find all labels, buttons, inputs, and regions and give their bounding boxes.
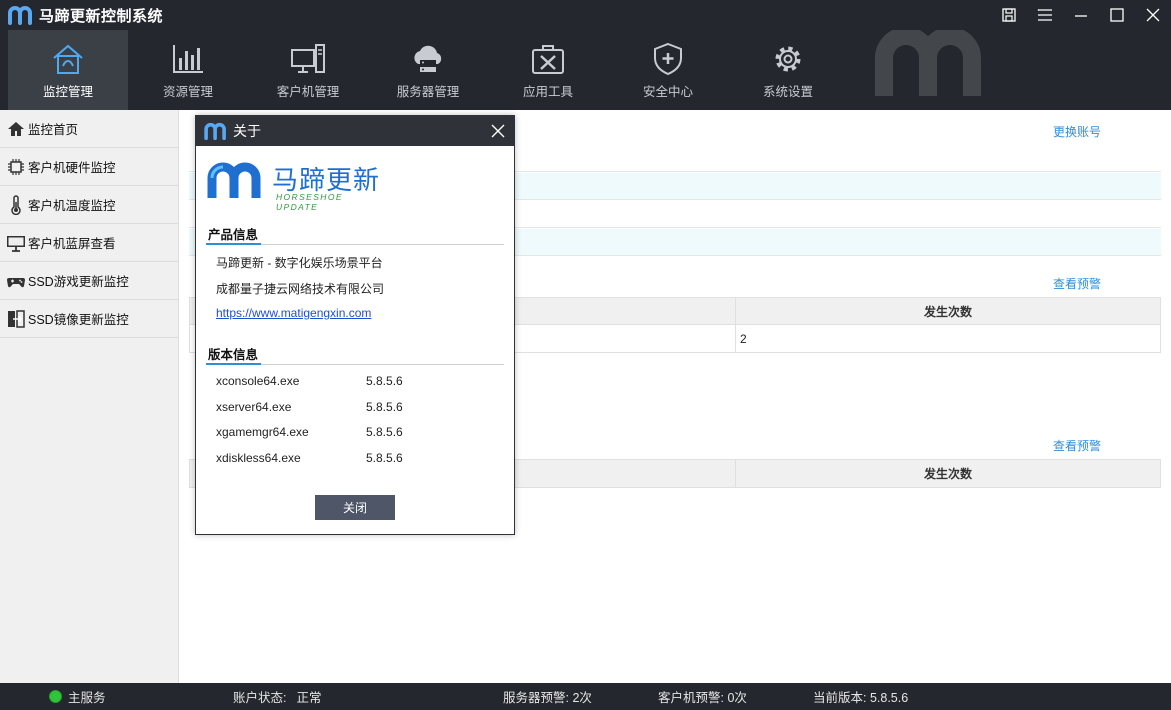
app-title: 马蹄更新控制系统 (39, 7, 164, 25)
home-icon (8, 121, 24, 136)
sidebar-item-monitor-home[interactable]: 监控首页 (0, 110, 178, 148)
sidebar-item-label: SSD游戏更新监控 (28, 275, 129, 289)
gamepad-icon (7, 277, 25, 287)
main-nav: 监控管理 资源管理 客户机管理 服务器管理 应用工具 安全中心 系统设置 (0, 30, 1171, 110)
version-item-value: 5.8.5.6 (366, 425, 403, 439)
column-header-count[interactable]: 发生次数 (736, 298, 1160, 324)
close-icon[interactable] (1135, 0, 1171, 30)
sidebar-item-label: 客户机硬件监控 (28, 161, 116, 175)
monitor-icon (7, 235, 25, 252)
minimize-icon[interactable] (1063, 0, 1099, 30)
sidebar-item-hardware[interactable]: 客户机硬件监控 (0, 148, 178, 186)
version-item-name: xgamemgr64.exe (216, 425, 309, 439)
nav-label: 服务器管理 (396, 85, 460, 99)
shield-plus-icon (654, 42, 682, 76)
thermometer-icon (11, 194, 21, 215)
section-underline (206, 363, 261, 365)
account-status: 账户状态: 正常 (233, 683, 322, 710)
sidebar-item-label: 客户机蓝屏查看 (28, 237, 116, 251)
brand-logo: 马蹄更新 HORSESHOE UPDATE (206, 160, 386, 212)
chip-icon (8, 158, 24, 175)
horseshoe-logo-icon (207, 162, 261, 198)
sidebar-item-temperature[interactable]: 客户机温度监控 (0, 186, 178, 224)
version-item-name: xconsole64.exe (216, 374, 300, 388)
sidebar-item-ssd-image[interactable]: SSD镜像更新监控 (0, 300, 178, 338)
nav-label: 安全中心 (642, 85, 693, 99)
nav-item-clients[interactable]: 客户机管理 (248, 30, 368, 110)
menu-icon[interactable] (1027, 0, 1063, 30)
client-alerts-count: 客户机预警: 0次 (658, 691, 747, 705)
server-alerts-count: 服务器预警: 2次 (503, 691, 592, 705)
dialog-header: 关于 (196, 116, 514, 146)
nav-label: 系统设置 (762, 85, 813, 99)
account-status-value: 正常 (296, 691, 322, 705)
column-header-count[interactable]: 发生次数 (736, 460, 1160, 487)
dialog-title: 关于 (233, 123, 261, 139)
nav-item-security[interactable]: 安全中心 (608, 30, 728, 110)
computers-icon (291, 44, 325, 73)
close-button[interactable]: 关闭 (315, 495, 395, 520)
version-info-title: 版本信息 (208, 348, 259, 362)
nav-item-settings[interactable]: 系统设置 (728, 30, 848, 110)
view-alerts-link[interactable]: 查看预警 (1053, 437, 1101, 454)
cloud-server-icon (414, 45, 442, 72)
maximize-icon[interactable] (1099, 0, 1135, 30)
app-logo-icon (204, 122, 226, 140)
product-name: 马蹄更新 - 数字化娱乐场景平台 (216, 256, 383, 270)
gear-icon (775, 46, 801, 72)
nav-item-resources[interactable]: 资源管理 (128, 30, 248, 110)
service-status: 主服务 (49, 683, 106, 710)
nav-label: 监控管理 (42, 85, 93, 99)
current-version: 当前版本: 5.8.5.6 (813, 691, 909, 705)
company-name: 成都量子捷云网络技术有限公司 (216, 282, 385, 296)
toolbox-icon (532, 45, 564, 74)
app-logo-icon (8, 6, 32, 25)
website-link[interactable]: https://www.matigengxin.com (216, 306, 371, 320)
version-item-name: xdiskless64.exe (216, 451, 301, 465)
sidebar: 监控首页 客户机硬件监控 客户机温度监控 客户机蓝屏查看 SSD游戏更新监控 S… (0, 110, 179, 683)
save-icon[interactable] (991, 0, 1027, 30)
sidebar-item-bluescreen[interactable]: 客户机蓝屏查看 (0, 224, 178, 262)
nav-label: 客户机管理 (276, 85, 340, 99)
view-alerts-link[interactable]: 查看预警 (1053, 275, 1101, 292)
status-bar: 主服务 账户状态: 正常 服务器预警: 2次 客户机预警: 0次 当前版本: 5… (0, 683, 1171, 710)
brand-name-en: HORSESHOE UPDATE (276, 192, 343, 212)
nav-item-monitor[interactable]: 监控管理 (8, 30, 128, 110)
website-url[interactable]: https://www.matigengxin.com (216, 306, 371, 320)
version-item-value: 5.8.5.6 (366, 374, 403, 388)
nav-item-tools[interactable]: 应用工具 (488, 30, 608, 110)
sidebar-item-ssd-game[interactable]: SSD游戏更新监控 (0, 262, 178, 300)
bar-chart-icon (173, 45, 203, 73)
home-monitor-icon (53, 44, 83, 74)
account-status-label: 账户状态: (233, 691, 287, 705)
about-dialog: 关于 马蹄更新 HORSESHOE UPDATE 产品信息 马蹄更新 - 数字化… (195, 115, 515, 535)
section-underline (206, 243, 261, 245)
status-ok-icon (49, 690, 62, 703)
title-bar: 马蹄更新控制系统 (0, 0, 1171, 30)
table-cell: 2 (740, 331, 747, 346)
close-icon[interactable] (490, 123, 506, 139)
image-transfer-icon (8, 309, 25, 328)
nav-label: 应用工具 (522, 85, 573, 99)
logo-watermark-icon (875, 30, 981, 96)
version-item-name: xserver64.exe (216, 400, 292, 414)
version-item-value: 5.8.5.6 (366, 400, 403, 414)
service-label: 主服务 (68, 691, 106, 705)
switch-account-link[interactable]: 更换账号 (1053, 123, 1101, 140)
sidebar-item-label: 客户机温度监控 (28, 199, 116, 213)
sidebar-item-label: SSD镜像更新监控 (28, 313, 129, 327)
nav-label: 资源管理 (162, 85, 213, 99)
window-controls (991, 0, 1171, 30)
sidebar-item-label: 监控首页 (28, 123, 79, 137)
nav-item-servers[interactable]: 服务器管理 (368, 30, 488, 110)
product-info-title: 产品信息 (208, 228, 259, 242)
version-item-value: 5.8.5.6 (366, 451, 403, 465)
